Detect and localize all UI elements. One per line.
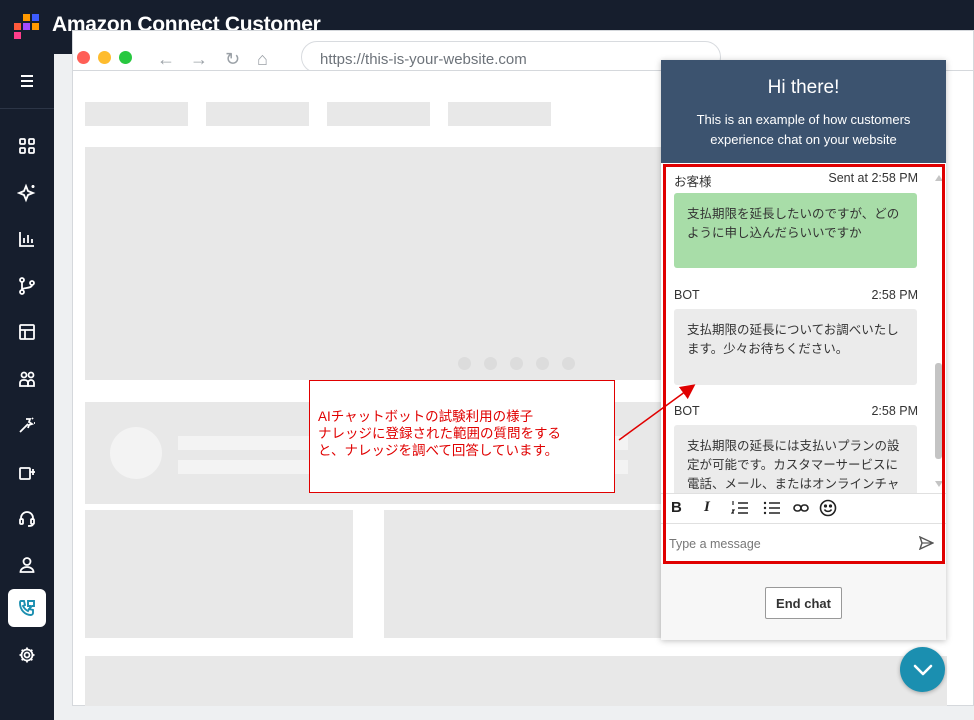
dashboard-grid-icon[interactable] (8, 127, 46, 165)
bot-message-bubble: 支払期限の延長には支払いプランの設定が可能です。カスタマーサービスに電話、メール… (674, 425, 917, 493)
chat-widget: Hi there! This is an example of how cust… (661, 60, 946, 640)
home-icon[interactable]: ⌂ (257, 49, 268, 70)
layout-panel-icon[interactable] (8, 313, 46, 351)
chat-subtitle: This is an example of how customers expe… (696, 112, 911, 147)
message-scrollbar[interactable] (935, 175, 943, 487)
placeholder-avatar (110, 427, 162, 479)
placeholder-nav-item (448, 102, 551, 126)
settings-gear-icon[interactable] (8, 636, 46, 674)
message-input[interactable] (669, 533, 909, 555)
end-chat-button[interactable]: End chat (765, 587, 842, 619)
headset-icon[interactable] (8, 499, 46, 537)
formatting-toolbar: B I (661, 493, 946, 523)
users-group-icon[interactable] (8, 360, 46, 398)
callout-line: AIチャットボットの試験利用の様子 (318, 409, 534, 424)
chat-header: Hi there! This is an example of how cust… (661, 60, 946, 163)
menu-icon[interactable] (8, 62, 46, 100)
sparkle-ai-icon[interactable] (8, 174, 46, 212)
message-time: 2:58 PM (871, 404, 918, 418)
chevron-down-icon (913, 664, 932, 675)
window-minimize-dot (98, 51, 111, 64)
sidebar (0, 54, 54, 720)
placeholder-nav-item (327, 102, 430, 126)
message-time: Sent at 2:58 PM (828, 171, 918, 185)
chat-greeting: Hi there! (767, 77, 840, 98)
bullet-list-icon[interactable] (763, 500, 781, 520)
annotation-callout: AIチャットボットの試験利用の様子 ナレッジに登録された範囲の質問をする と、ナ… (309, 380, 615, 493)
emoji-icon[interactable] (819, 499, 837, 521)
customer-message-bubble: 支払期限を延長したいのですが、どのように申し込んだらいいですか (674, 193, 917, 268)
user-profile-icon[interactable] (8, 546, 46, 584)
link-icon[interactable] (793, 501, 809, 519)
message-sender: お客様 (674, 175, 712, 189)
bold-button[interactable]: B (671, 499, 682, 516)
reload-icon[interactable]: ↻ (225, 49, 240, 70)
chat-toggle-button[interactable] (900, 647, 945, 692)
flow-routing-icon[interactable] (8, 267, 46, 305)
numbered-list-icon[interactable] (730, 500, 749, 520)
placeholder-hero-banner (85, 147, 661, 380)
back-arrow-icon[interactable]: ← (157, 49, 175, 70)
send-icon[interactable] (918, 535, 935, 555)
analytics-chart-icon[interactable] (8, 220, 46, 258)
scroll-thumb[interactable] (935, 363, 942, 459)
window-maximize-dot (119, 51, 132, 64)
magic-wand-icon[interactable] (8, 406, 46, 444)
scroll-up-arrow[interactable] (935, 175, 943, 181)
message-time: 2:58 PM (871, 288, 918, 302)
amazon-connect-logo (14, 14, 40, 40)
forward-arrow-icon[interactable]: → (190, 49, 208, 70)
callout-line: と、ナレッジを調べて回答しています。 (318, 443, 559, 458)
message-sender: BOT (674, 288, 700, 302)
sidebar-divider (0, 108, 54, 109)
callout-line: ナレッジに登録された範囲の質問をする (318, 426, 561, 441)
placeholder-card (384, 510, 661, 638)
placeholder-nav-item (85, 102, 188, 126)
window-close-dot (77, 51, 90, 64)
message-input-row (661, 523, 946, 563)
placeholder-nav-item (206, 102, 309, 126)
message-list[interactable]: お客様 Sent at 2:58 PM 支払期限を延長したいのですが、どのように… (661, 163, 946, 493)
url-bar[interactable]: https://this-is-your-website.com (301, 41, 721, 70)
italic-button[interactable]: I (704, 499, 710, 516)
phone-chat-icon[interactable] (8, 589, 46, 627)
message-sender: BOT (674, 404, 700, 418)
queue-transfer-icon[interactable] (8, 453, 46, 491)
bot-message-bubble: 支払期限の延長についてお調べいたします。少々お待ちください。 (674, 309, 917, 385)
scroll-down-arrow[interactable] (935, 481, 943, 487)
placeholder-footer (85, 656, 947, 706)
placeholder-card (85, 510, 353, 638)
